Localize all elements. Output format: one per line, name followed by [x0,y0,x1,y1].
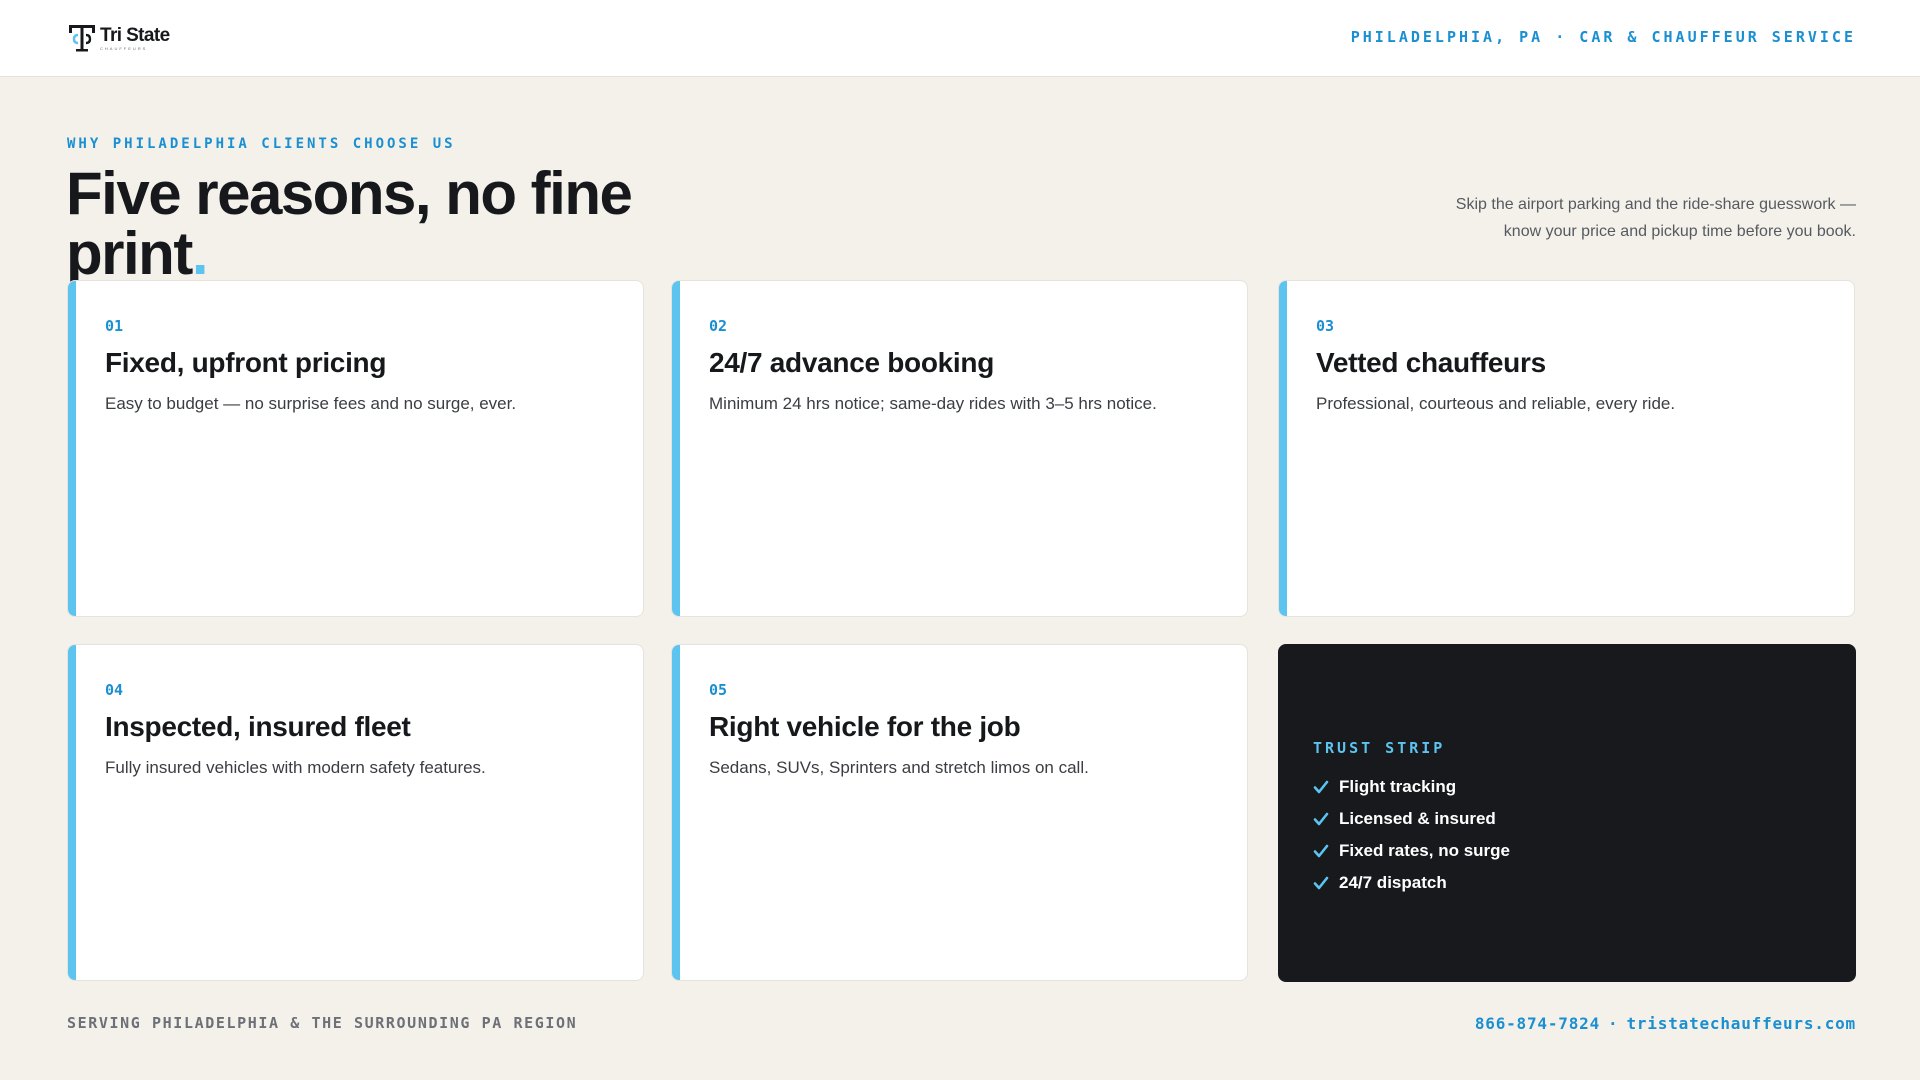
title-accent-dot: . [191,220,209,287]
contact-separator: · [1608,1014,1619,1033]
check-icon [1313,844,1329,858]
website-link[interactable]: tristatechauffeurs.com [1626,1014,1856,1033]
reason-card-3: 03 Vetted chauffeurs Professional, court… [1278,280,1855,617]
reason-number: 05 [709,681,728,699]
reason-title: Right vehicle for the job [709,711,1021,742]
section-eyebrow: WHY PHILADELPHIA CLIENTS CHOOSE US [67,136,456,152]
page-title-text: Five reasons, no fine print [66,160,633,287]
intro-text: Skip the airport parking and the ride-sh… [1455,196,1856,240]
header-tagline: PHILADELPHIA, PA · CAR & CHAUFFEUR SERVI… [1350,28,1856,46]
tsc-monogram-icon [69,25,95,52]
reason-title: Vetted chauffeurs [1316,347,1546,378]
trust-item: 24/7 dispatch [1313,867,1510,899]
check-icon [1313,780,1329,794]
reason-description: Fully insured vehicles with modern safet… [105,758,486,777]
trust-item: Fixed rates, no surge [1313,835,1510,867]
contact-info: 866-874-7824 · tristatechauffeurs.com [1475,1014,1856,1033]
reason-title: Inspected, insured fleet [105,711,411,742]
trust-item-label: Fixed rates, no surge [1339,841,1510,860]
page-title: Five reasons, no fine print. [66,164,766,284]
reasons-grid: 01 Fixed, upfront pricing Easy to budget… [67,280,1856,982]
reason-card-4: 04 Inspected, insured fleet Fully insure… [67,644,644,981]
reason-number: 03 [1316,317,1335,335]
trust-list: Flight tracking Licensed & insured Fixed… [1313,771,1510,899]
reason-card-1: 01 Fixed, upfront pricing Easy to budget… [67,280,644,617]
trust-item: Flight tracking [1313,771,1510,803]
phone-link[interactable]: 866-874-7824 [1475,1014,1600,1033]
reason-card-5: 05 Right vehicle for the job Sedans, SUV… [671,644,1248,981]
trust-item-label: Licensed & insured [1339,809,1496,828]
reason-description: Minimum 24 hrs notice; same-day rides wi… [709,394,1157,413]
trust-item: Licensed & insured [1313,803,1510,835]
reason-number: 02 [709,317,728,335]
check-icon [1313,812,1329,826]
reason-title: 24/7 advance booking [709,347,994,378]
service-region: SERVING PHILADELPHIA & THE SURROUNDING P… [67,1014,578,1032]
reason-number: 01 [105,317,124,335]
site-header: Tri State CHAUFFEURS PHILADELPHIA, PA · … [0,0,1920,77]
reason-description: Sedans, SUVs, Sprinters and stretch limo… [709,758,1089,777]
reason-description: Professional, courteous and reliable, ev… [1316,394,1676,413]
trust-strip-label: TRUST STRIP [1313,739,1446,757]
trust-item-label: Flight tracking [1339,777,1457,796]
reason-card-2: 02 24/7 advance booking Minimum 24 hrs n… [671,280,1248,617]
brand-name: Tri State [100,24,170,46]
trust-item-label: 24/7 dispatch [1339,873,1447,892]
trust-strip: TRUST STRIP Flight tracking Licensed & i… [1278,644,1856,982]
reason-title: Fixed, upfront pricing [105,347,387,378]
reason-number: 04 [105,681,124,699]
reason-description: Easy to budget — no surprise fees and no… [105,394,517,413]
brand-subtitle: CHAUFFEURS [100,45,148,51]
brand-logo[interactable]: Tri State CHAUFFEURS [68,22,170,54]
check-icon [1313,876,1329,890]
